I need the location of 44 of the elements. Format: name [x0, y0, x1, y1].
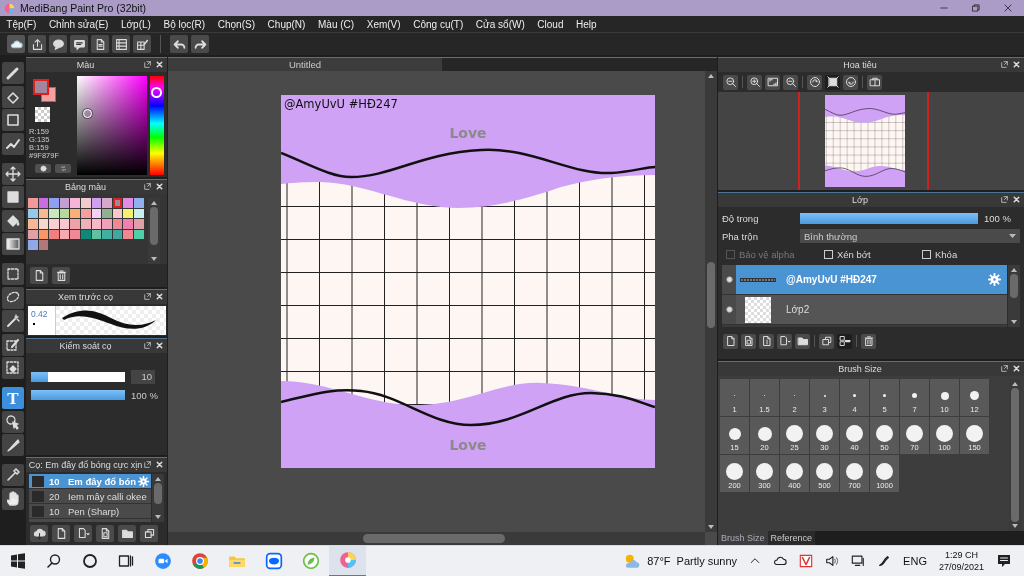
- menu-item[interactable]: Màu (C): [311, 18, 361, 30]
- panel-title: Brush Size: [838, 364, 882, 374]
- clock[interactable]: 1:29 CH 27/09/2021: [938, 549, 984, 573]
- menu-item[interactable]: Tệp(F): [0, 18, 43, 30]
- checkbox[interactable]: Xén bớt: [824, 248, 922, 260]
- slider-value: 100 %: [984, 212, 1011, 224]
- canvas-text: @AmyUvU #HĐ247: [284, 97, 398, 111]
- canvas-text: Love: [449, 437, 487, 453]
- menu-item[interactable]: Chỉnh sửa(E): [42, 18, 115, 30]
- menu-item[interactable]: Chụp(N): [261, 18, 312, 30]
- weather-text[interactable]: Partly sunny: [676, 555, 738, 567]
- blend-mode-dropdown[interactable]: Bình thường: [800, 229, 1020, 243]
- tab[interactable]: Reference: [767, 531, 816, 545]
- menu-item[interactable]: Xem(V): [360, 18, 407, 30]
- menu-item[interactable]: Chọn(S): [211, 18, 262, 30]
- field-label: Pha trộn: [722, 230, 759, 242]
- menu-item[interactable]: Cloud: [531, 18, 570, 30]
- brush-size-text: 0.42: [31, 309, 48, 319]
- menu-item[interactable]: Help: [569, 18, 603, 30]
- panel-title: Bảng màu: [65, 182, 106, 192]
- brush-item[interactable]: 20 Iem mây calli okee: [29, 489, 151, 504]
- value-field[interactable]: 10: [131, 370, 155, 384]
- panel-title: Màu: [76, 60, 95, 70]
- canvas-text: Love: [449, 125, 487, 141]
- panel-title: Kiểm soát cọ: [59, 341, 112, 351]
- layer-item[interactable]: Lớp2: [722, 295, 1007, 325]
- menu-item[interactable]: Công cụ(T): [406, 18, 470, 30]
- language-indicator[interactable]: ENG: [903, 555, 927, 567]
- weather-temperature[interactable]: 87°F: [647, 555, 671, 567]
- menu-item[interactable]: Lớp(L): [114, 18, 158, 30]
- field-label: Độ trong: [722, 212, 760, 224]
- panel-title: Lớp: [852, 195, 868, 205]
- brush-item[interactable]: 10 Pen (Sharp): [29, 504, 151, 519]
- menu-item[interactable]: Bộ lọc(R): [157, 18, 212, 30]
- panel-title: Xem trước cọ: [58, 292, 113, 302]
- document-tab[interactable]: Untitled: [168, 58, 442, 71]
- panel-title: Cọ: Em đây đổ bóng cực xịn: [28, 460, 143, 470]
- panel-title: Hoa tiêu: [843, 60, 877, 70]
- menu-item[interactable]: Cửa sổ(W): [469, 18, 532, 30]
- tab[interactable]: Brush Size: [718, 531, 768, 545]
- checkbox: Bảo vệ alpha: [726, 248, 824, 260]
- checkbox[interactable]: Khóa: [922, 248, 1020, 260]
- slider-value: 100 %: [131, 389, 158, 401]
- window-title: MediBang Paint Pro (32bit): [20, 2, 147, 14]
